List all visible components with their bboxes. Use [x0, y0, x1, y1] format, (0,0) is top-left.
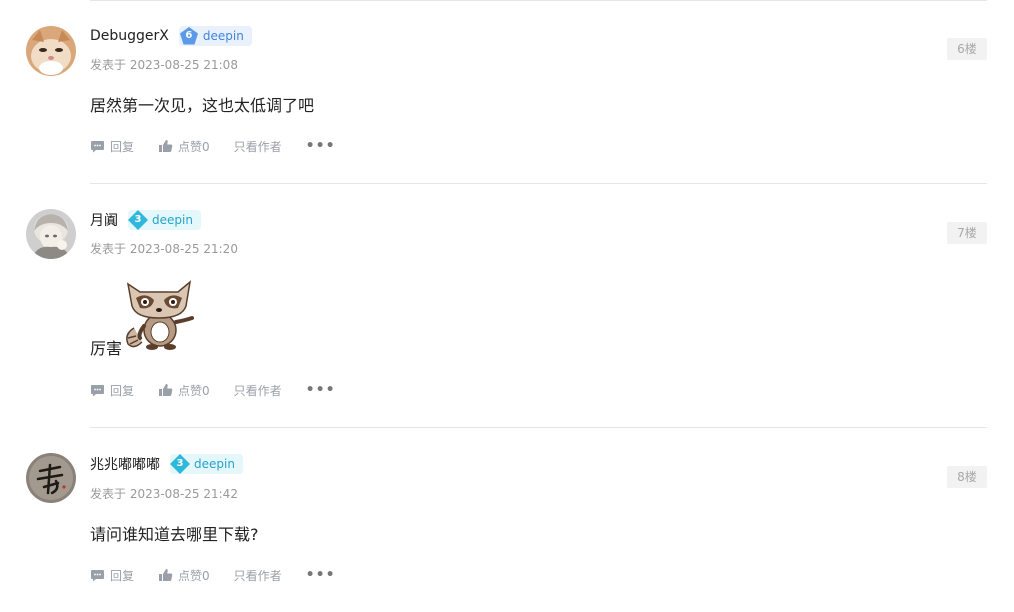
comment-icon [91, 569, 104, 581]
username[interactable]: 兆兆嘟嘟嘟 [90, 454, 160, 474]
more-dots-icon[interactable]: ••• [306, 138, 336, 154]
post-content: 请问谁知道去哪里下载? [90, 525, 259, 544]
more-dots-icon[interactable]: ••• [306, 567, 336, 583]
level-diamond-icon: 3 [128, 210, 148, 230]
level-badge: 6 deepin [178, 26, 252, 46]
reply-label: 回复 [110, 568, 135, 583]
post-timestamp: 发表于 2023-08-25 21:08 [90, 58, 238, 72]
floor-number: 8楼 [947, 466, 987, 488]
badge-label: deepin [152, 213, 193, 227]
reply-button[interactable]: 回复 [90, 567, 134, 584]
thumbs-up-icon [159, 384, 173, 397]
like-label: 点赞0 [178, 568, 210, 583]
thumbs-up-icon [159, 140, 173, 153]
badge-label: deepin [202, 29, 244, 43]
post-content: 居然第一次见，这也太低调了吧 [90, 96, 315, 115]
only-author-button[interactable]: 只看作者 [234, 382, 282, 399]
author-row: 月阗 3 deepin [90, 208, 201, 232]
like-button[interactable]: 点赞0 [158, 382, 210, 399]
post-content: 厉害 [90, 339, 123, 358]
raccoon-sticker [122, 278, 196, 354]
reply-label: 回复 [110, 383, 135, 398]
username[interactable]: DebuggerX [90, 28, 169, 44]
like-label: 点赞0 [178, 139, 210, 154]
post-actions: 回复 点赞0 只看作者 ••• [90, 566, 336, 584]
author-row: DebuggerX 6 deepin [90, 24, 252, 48]
post-divider [90, 427, 987, 428]
floor-number: 6楼 [947, 38, 987, 60]
badge-label: deepin [194, 457, 235, 471]
comment-icon [91, 384, 104, 396]
floor-number: 7楼 [947, 222, 987, 244]
like-label: 点赞0 [178, 383, 210, 398]
post-actions: 回复 点赞0 只看作者 ••• [90, 137, 336, 155]
reply-button[interactable]: 回复 [90, 382, 134, 399]
level-number: 6 [185, 30, 193, 41]
top-divider [90, 0, 987, 1]
reply-label: 回复 [110, 139, 135, 154]
level-badge: 3 deepin [128, 210, 201, 230]
reply-button[interactable]: 回复 [90, 138, 134, 155]
avatar[interactable] [26, 453, 76, 503]
only-author-button[interactable]: 只看作者 [234, 567, 282, 584]
level-number: 3 [176, 458, 184, 469]
like-button[interactable]: 点赞0 [158, 567, 210, 584]
comment-icon [91, 140, 104, 152]
level-pentagon-icon: 6 [179, 26, 199, 46]
more-dots-icon[interactable]: ••• [306, 382, 336, 398]
level-badge: 3 deepin [170, 454, 243, 474]
thumbs-up-icon [159, 569, 173, 582]
cat-avatar-image [26, 26, 76, 76]
username[interactable]: 月阗 [90, 210, 118, 230]
calligraphy-avatar-image [26, 453, 76, 503]
post-timestamp: 发表于 2023-08-25 21:42 [90, 487, 238, 501]
post-actions: 回复 点赞0 只看作者 ••• [90, 381, 336, 399]
post-divider [90, 183, 987, 184]
author-row: 兆兆嘟嘟嘟 3 deepin [90, 452, 243, 476]
avatar[interactable] [26, 209, 76, 259]
level-diamond-icon: 3 [170, 454, 190, 474]
only-author-button[interactable]: 只看作者 [234, 138, 282, 155]
like-button[interactable]: 点赞0 [158, 138, 210, 155]
avatar[interactable] [26, 26, 76, 76]
anime-avatar-image [26, 209, 76, 259]
level-number: 3 [134, 214, 142, 225]
post-timestamp: 发表于 2023-08-25 21:20 [90, 242, 238, 256]
